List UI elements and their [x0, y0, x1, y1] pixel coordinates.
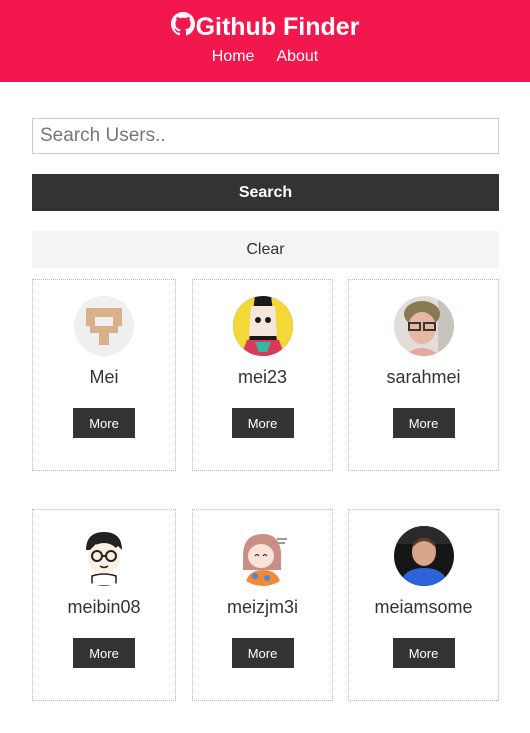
search-button[interactable]: Search	[32, 174, 499, 211]
user-login: meizjm3i	[226, 597, 298, 617]
photo-avatar	[393, 296, 454, 356]
user-login: Mei	[89, 367, 119, 387]
clear-button[interactable]: Clear	[32, 231, 499, 268]
nav-link-about[interactable]: About	[276, 48, 318, 70]
search-input[interactable]	[32, 118, 499, 154]
user-card: Mei More	[32, 279, 176, 471]
more-button[interactable]: More	[73, 638, 135, 668]
anime-avatar	[232, 296, 293, 356]
user-card: meibin08 More	[32, 509, 176, 701]
user-card: mei23 More	[192, 279, 333, 471]
user-card: meiamsome More	[348, 509, 499, 701]
user-login: sarahmei	[386, 367, 461, 387]
brand[interactable]: Github Finder	[0, 11, 530, 43]
navbar: Github Finder Home About	[0, 0, 530, 82]
illustration-avatar	[232, 526, 293, 586]
nav-link-home[interactable]: Home	[212, 48, 255, 70]
identicon-avatar	[74, 296, 134, 356]
more-button[interactable]: More	[231, 638, 294, 668]
user-login: meiamsome	[374, 597, 473, 617]
user-login: meibin08	[67, 597, 141, 617]
user-login: mei23	[237, 367, 288, 387]
more-button[interactable]: More	[73, 408, 135, 438]
nav-links: Home About	[0, 48, 530, 70]
user-card: meizjm3i More	[192, 509, 333, 701]
app-title: Github Finder	[195, 12, 360, 41]
more-button[interactable]: More	[392, 638, 455, 668]
more-button[interactable]: More	[231, 408, 294, 438]
cartoon-avatar	[74, 526, 134, 586]
photo-avatar	[393, 526, 454, 586]
more-button[interactable]: More	[392, 408, 455, 438]
github-icon	[170, 11, 196, 43]
user-card: sarahmei More	[348, 279, 499, 471]
